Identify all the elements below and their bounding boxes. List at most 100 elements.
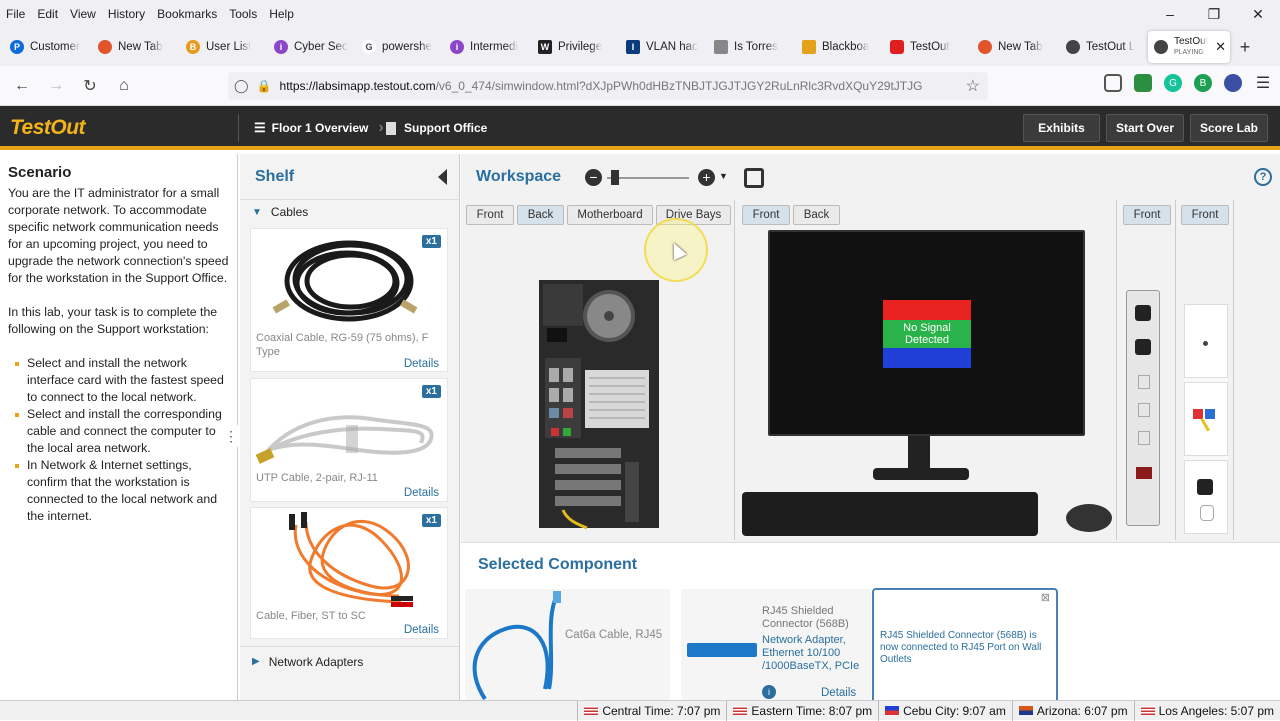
- keyboard[interactable]: [742, 492, 1038, 536]
- home-icon[interactable]: ⌂: [107, 69, 141, 103]
- shelf-item-utp[interactable]: x1 UTP Cable, 2-pair, RJ-11 Details: [250, 378, 448, 502]
- browser-tab[interactable]: i Cyber Sec: [268, 31, 356, 63]
- browser-tab-active[interactable]: TestOut PLAYING ✕: [1148, 31, 1230, 63]
- browser-tab[interactable]: New Tab: [972, 31, 1060, 63]
- selected-component-adapter[interactable]: RJ45 Shielded Connector (568B) Network A…: [681, 589, 871, 700]
- power-switch[interactable]: [1136, 467, 1152, 479]
- extension-icon[interactable]: B: [1194, 74, 1212, 92]
- browser-tab[interactable]: Gpowershe: [356, 31, 444, 63]
- category-network-adapters[interactable]: ▶ Network Adapters: [240, 646, 459, 676]
- wall-outlet-front-view-button[interactable]: Front: [1181, 205, 1229, 225]
- tab-label: Cyber Sec: [294, 41, 348, 53]
- exhibits-button[interactable]: Exhibits: [1023, 114, 1100, 142]
- details-link[interactable]: Details: [821, 687, 856, 699]
- timezone-label: Arizona: 6:07 pm: [1036, 703, 1128, 718]
- wall-power-outlet[interactable]: [1184, 460, 1228, 534]
- computer-back-panel[interactable]: [537, 278, 661, 530]
- pc-front-view-button[interactable]: Front: [466, 205, 514, 225]
- back-icon[interactable]: ←: [5, 69, 39, 103]
- browser-tab[interactable]: Blackboa: [796, 31, 884, 63]
- monitor-back-view-button[interactable]: Back: [793, 205, 840, 225]
- collapse-arrow-icon[interactable]: [438, 169, 447, 185]
- zoom-slider[interactable]: [607, 177, 689, 179]
- grammarly-icon[interactable]: G: [1164, 74, 1182, 92]
- browser-tab[interactable]: P Customer: [4, 31, 92, 63]
- tab-strip: P Customer New Tab B User List i Cyber Sec …: [0, 28, 1280, 66]
- menu-history[interactable]: History: [108, 7, 145, 21]
- pc-back-view-button[interactable]: Back: [517, 205, 564, 225]
- close-tab-icon[interactable]: ✕: [1215, 39, 1226, 55]
- adapter-link[interactable]: Network Adapter, Ethernet 10/100 /1000Ba…: [762, 634, 870, 673]
- shelf-item-coax[interactable]: x1 Coaxial Cable, RG-59 (75 ohms), F Typ…: [250, 228, 448, 372]
- selected-component-cable[interactable]: Cat6a Cable, RJ45: [465, 589, 670, 700]
- wall-outlet[interactable]: [1184, 304, 1228, 378]
- close-window-button[interactable]: ✕: [1236, 0, 1280, 28]
- browser-tab[interactable]: W Privilege: [532, 31, 620, 63]
- mouse[interactable]: [1066, 504, 1112, 532]
- breadcrumb-office[interactable]: Support Office: [386, 116, 487, 140]
- monitor-front-view-button[interactable]: Front: [742, 205, 790, 225]
- tab-favicon-icon: i: [450, 40, 464, 54]
- menu-edit[interactable]: Edit: [37, 7, 58, 21]
- power-strip-front-view-button[interactable]: Front: [1123, 205, 1171, 225]
- collapsed-arrow-icon: ▶: [252, 656, 260, 667]
- extension-icon[interactable]: [1134, 74, 1152, 92]
- browser-tab[interactable]: i Intermedi: [444, 31, 532, 63]
- new-tab-button[interactable]: +: [1230, 31, 1260, 63]
- timezone-label: Eastern Time: 8:07 pm: [751, 703, 873, 718]
- lock-icon[interactable]: 🔒: [257, 79, 272, 93]
- menu-tools[interactable]: Tools: [229, 7, 257, 21]
- toolbar-extensions: G B ☰: [1104, 74, 1272, 92]
- menu-view[interactable]: View: [70, 7, 96, 21]
- browser-tab[interactable]: Is Torres: [708, 31, 796, 63]
- bookmark-star-icon[interactable]: ☆: [966, 76, 980, 96]
- timezone-label: Los Angeles: 5:07 pm: [1158, 703, 1274, 718]
- help-icon[interactable]: ?: [1254, 168, 1272, 186]
- minimize-button[interactable]: –: [1148, 0, 1192, 28]
- url-text[interactable]: https://labsimapp.testout.com/v6_0_474/s…: [280, 79, 950, 93]
- vpn-icon[interactable]: [1224, 74, 1242, 92]
- forward-icon[interactable]: →: [39, 69, 73, 103]
- monitor[interactable]: No Signal Detected: [768, 230, 1085, 436]
- details-link[interactable]: Details: [404, 358, 439, 370]
- hamburger-menu-icon[interactable]: ☰: [1254, 74, 1272, 92]
- address-bar[interactable]: ◯ 🔒 https://labsimapp.testout.com/v6_0_4…: [228, 72, 988, 100]
- zoom-in-icon[interactable]: +: [698, 169, 715, 186]
- tab-favicon-icon: W: [538, 40, 552, 54]
- tab-favicon-icon: [1066, 40, 1080, 54]
- panel-resize-handle[interactable]: ⋮: [224, 425, 238, 447]
- score-lab-button[interactable]: Score Lab: [1190, 114, 1268, 142]
- breadcrumb-floor[interactable]: ☰ Floor 1 Overview ›: [254, 116, 384, 140]
- menu-file[interactable]: File: [6, 7, 25, 21]
- browser-tab[interactable]: New Tab: [92, 31, 180, 63]
- pocket-icon[interactable]: [1104, 74, 1122, 92]
- tab-label: Is Torres: [734, 41, 778, 53]
- browser-tab[interactable]: TestOut: [884, 31, 972, 63]
- menu-bookmarks[interactable]: Bookmarks: [157, 7, 217, 21]
- browser-tab[interactable]: B User List: [180, 31, 268, 63]
- menu-help[interactable]: Help: [269, 7, 294, 21]
- power-strip[interactable]: [1126, 290, 1160, 526]
- zoom-slider-handle[interactable]: [611, 170, 619, 185]
- details-link[interactable]: Details: [404, 624, 439, 636]
- browser-tab[interactable]: I VLAN hac: [620, 31, 708, 63]
- category-cables[interactable]: ▼ Cables: [240, 200, 459, 224]
- fit-to-screen-icon[interactable]: [744, 168, 764, 188]
- task-item: Select and install the corresponding cab…: [8, 406, 229, 457]
- zoom-dropdown-icon[interactable]: ▼: [719, 171, 728, 181]
- tab-label: New Tab: [998, 41, 1043, 53]
- details-link[interactable]: Details: [404, 487, 439, 499]
- info-icon[interactable]: i: [762, 685, 776, 699]
- motherboard-view-button[interactable]: Motherboard: [567, 205, 653, 225]
- reload-icon[interactable]: ↻: [73, 69, 107, 103]
- start-over-button[interactable]: Start Over: [1106, 114, 1184, 142]
- close-notification-icon[interactable]: ⊠: [1041, 591, 1050, 604]
- zoom-out-icon[interactable]: −: [585, 169, 602, 186]
- expanded-arrow-icon: ▼: [252, 206, 262, 218]
- maximize-button[interactable]: ❐: [1192, 0, 1236, 28]
- browser-tab[interactable]: TestOut L: [1060, 31, 1148, 63]
- wall-network-outlet[interactable]: [1184, 382, 1228, 456]
- shelf-item-fiber[interactable]: x1 Cable, Fiber, ST to SC Details: [250, 507, 448, 639]
- timezone-label: Cebu City: 9:07 am: [903, 703, 1006, 718]
- shield-icon[interactable]: ◯: [234, 78, 249, 94]
